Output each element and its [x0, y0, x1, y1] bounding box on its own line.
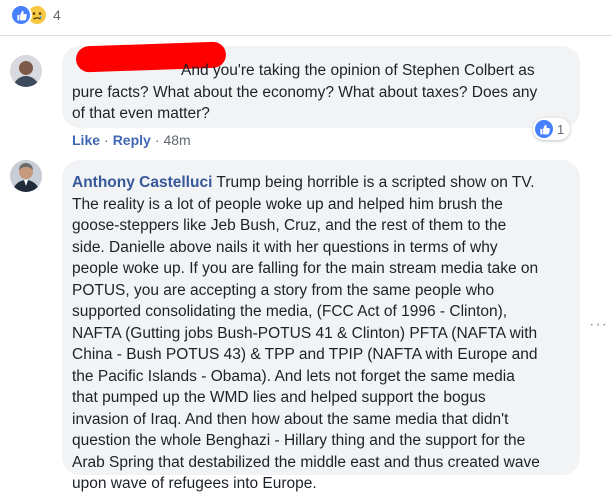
- more-options-icon[interactable]: ···: [589, 316, 608, 334]
- comment-actions: Like · Reply · 48m: [72, 132, 191, 148]
- comment-line: upon wave of refugees into Europe.: [72, 475, 317, 492]
- reply-link[interactable]: Reply: [113, 132, 151, 148]
- comment-line: Trump being horrible is a scripted show …: [216, 174, 535, 191]
- comment-line: people woke up. If you are falling for t…: [72, 260, 539, 277]
- comment-line: that pumped up the WMD lies and helped s…: [72, 389, 486, 406]
- section-divider: [0, 35, 612, 36]
- like-link[interactable]: Like: [72, 132, 100, 148]
- comment-line: China - Bush POTUS 43) & TPP and TPIP (N…: [72, 346, 538, 363]
- avatar[interactable]: [10, 160, 42, 192]
- comment-bubble: Anthony Castelluci Trump being horrible …: [62, 160, 580, 492]
- comment-line: The reality is a lot of people woke up a…: [72, 195, 503, 213]
- separator-dot: ·: [104, 132, 109, 148]
- comment-line: of that even matter?: [72, 105, 210, 122]
- comment-line: NAFTA (Gutting jobs Bush-POTUS 41 & Clin…: [72, 324, 538, 342]
- avatar[interactable]: [10, 55, 42, 87]
- comment-reactions[interactable]: 1: [533, 118, 571, 140]
- comment-line: goose-steppers like Jeb Bush, Cruz, and …: [72, 217, 507, 234]
- comment-text: Anthony Castelluci Trump being horrible …: [72, 172, 572, 495]
- like-icon: [10, 4, 32, 26]
- comment-line: pure facts? What about the economy? What…: [72, 83, 538, 101]
- separator-dot: ·: [154, 132, 160, 148]
- comment-line: Arab Spring that destabilized the middle…: [72, 453, 540, 471]
- reactions-summary[interactable]: 4: [10, 4, 61, 26]
- comment-line: supported consolidating the media, (FCC …: [72, 303, 508, 320]
- comment-line: side. Danielle above nails it with her q…: [72, 238, 498, 256]
- comment-line: And you're taking the opinion of Stephen…: [181, 62, 535, 79]
- comment-line: POTUS, you are accepting a story from th…: [72, 281, 495, 299]
- reaction-count: 4: [53, 7, 61, 23]
- comment-timestamp[interactable]: 48m: [163, 132, 190, 148]
- comment-line: question the whole Benghazi - Hillary th…: [72, 432, 526, 449]
- comment-text: And you're taking the opinion of Stephen…: [72, 60, 572, 125]
- comment-author-link[interactable]: Anthony Castelluci: [72, 174, 212, 191]
- comment-line: invasion of Iraq. And then how about the…: [72, 410, 509, 428]
- comment-bubble: And you're taking the opinion of Stephen…: [62, 41, 580, 128]
- comment-line: the Pacific Islands - Obama). And lets n…: [72, 367, 515, 385]
- like-icon: [535, 120, 553, 138]
- comment-reaction-count: 1: [557, 121, 565, 137]
